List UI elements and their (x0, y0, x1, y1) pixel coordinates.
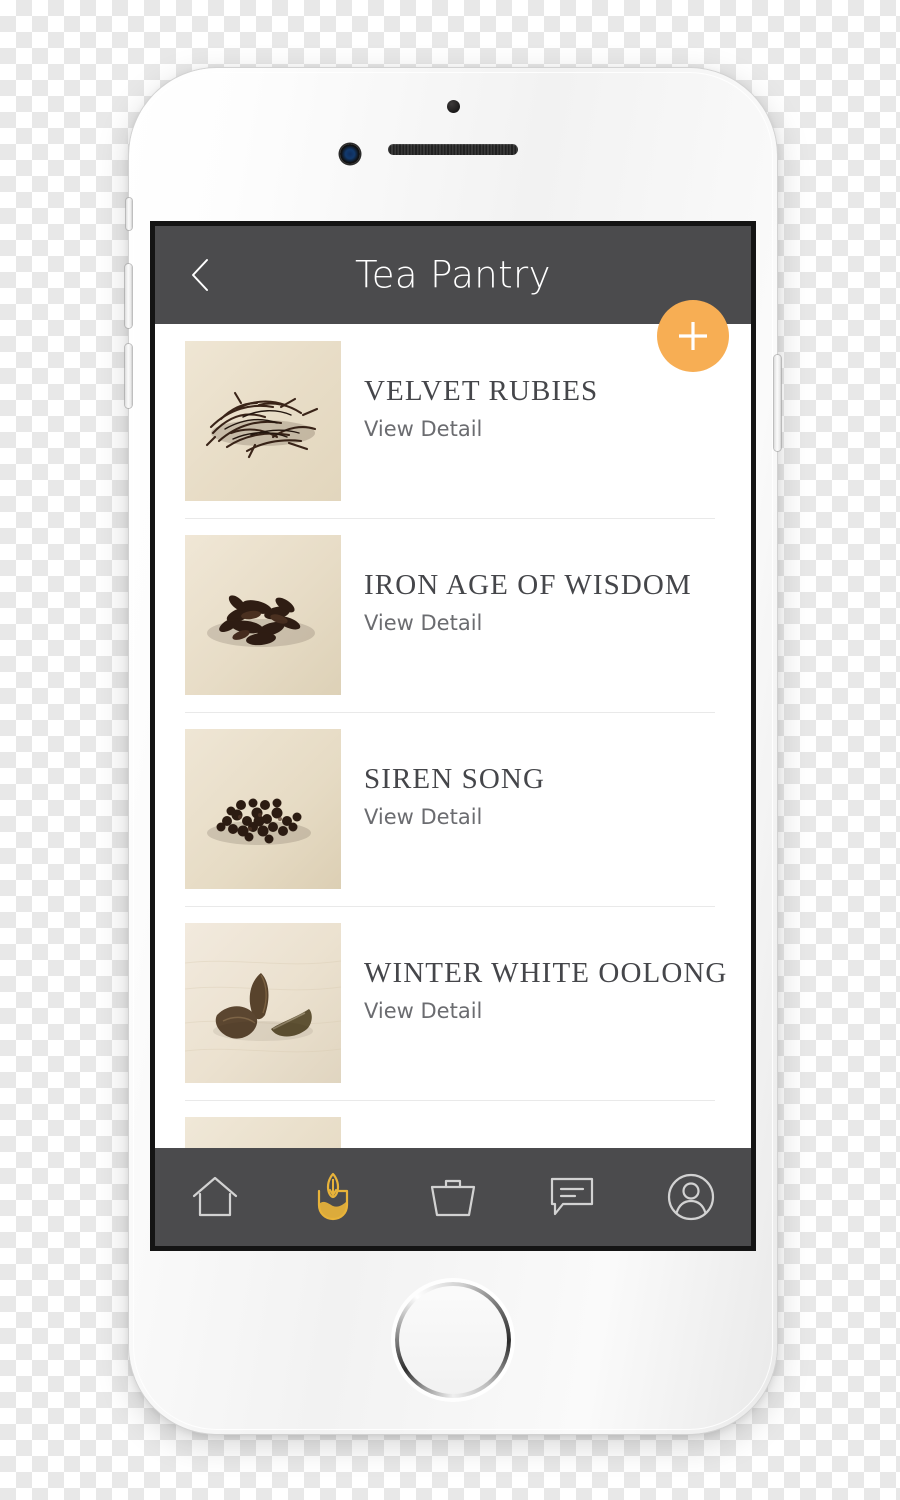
shopping-bag-icon (430, 1179, 476, 1217)
list-item[interactable]: SIREN SONG View Detail (155, 712, 751, 906)
tea-thumbnail (185, 923, 341, 1083)
view-detail-link[interactable]: View Detail (364, 999, 751, 1023)
tab-messages[interactable] (513, 1148, 632, 1246)
list-item[interactable]: WINTER WHITE OOLONG View Detail (155, 906, 751, 1100)
tab-shop[interactable] (393, 1148, 512, 1246)
tea-name: IRON AGE OF WISDOM (364, 569, 692, 601)
front-camera-icon (340, 144, 360, 164)
tea-name: VELVET RUBIES (364, 375, 599, 407)
phone-screen: Tea Pantry VELVET RUBIES View Detail IRO… (155, 226, 751, 1246)
home-button-icon[interactable] (395, 1282, 511, 1398)
proximity-sensor-dot (447, 100, 460, 113)
tea-thumbnail (185, 535, 341, 695)
rolled-oolong-pellets-photo (185, 729, 341, 889)
home-icon (192, 1176, 237, 1217)
tea-info: IRON AGE OF WISDOM View Detail (341, 535, 751, 635)
view-detail-link[interactable]: View Detail (364, 417, 751, 441)
three-large-leaves-photo (185, 923, 341, 1083)
volume-down-button[interactable] (125, 344, 132, 408)
tea-thumbnail (185, 341, 341, 501)
account-person-icon (668, 1173, 715, 1221)
silent-switch[interactable] (126, 198, 132, 230)
tea-name: WINTER WHITE OOLONG (364, 957, 728, 989)
page-title: Tea Pantry (355, 253, 551, 297)
list-item[interactable]: IRON AGE OF WISDOM View Detail (155, 518, 751, 712)
tea-cup-leaf-icon (317, 1172, 348, 1221)
tab-home[interactable] (155, 1148, 274, 1246)
tea-thumbnail (185, 729, 341, 889)
tea-info: WINTER WHITE OOLONG View Detail (341, 923, 751, 1023)
tea-info: SIREN SONG View Detail (341, 729, 751, 829)
add-tea-button[interactable] (657, 300, 729, 372)
tea-name: SIREN SONG (364, 763, 545, 795)
tab-bar (155, 1148, 751, 1246)
dark-twisted-tea-leaves-photo (185, 535, 341, 695)
tab-pantry[interactable] (274, 1148, 393, 1246)
volume-up-button[interactable] (125, 264, 132, 328)
chat-bubble-icon (551, 1177, 594, 1216)
view-detail-link[interactable]: View Detail (364, 611, 751, 635)
view-detail-link[interactable]: View Detail (364, 805, 751, 829)
plus-icon (679, 322, 707, 350)
power-button[interactable] (774, 355, 781, 451)
nav-bar: Tea Pantry (155, 226, 751, 324)
earpiece-speaker-icon (388, 144, 518, 155)
phone-device-frame: Tea Pantry VELVET RUBIES View Detail IRO… (125, 68, 781, 1434)
tea-list[interactable]: VELVET RUBIES View Detail IRON AGE OF WI… (155, 324, 751, 1246)
tab-account[interactable] (632, 1148, 751, 1246)
loose-black-tea-leaves-photo (185, 341, 341, 501)
